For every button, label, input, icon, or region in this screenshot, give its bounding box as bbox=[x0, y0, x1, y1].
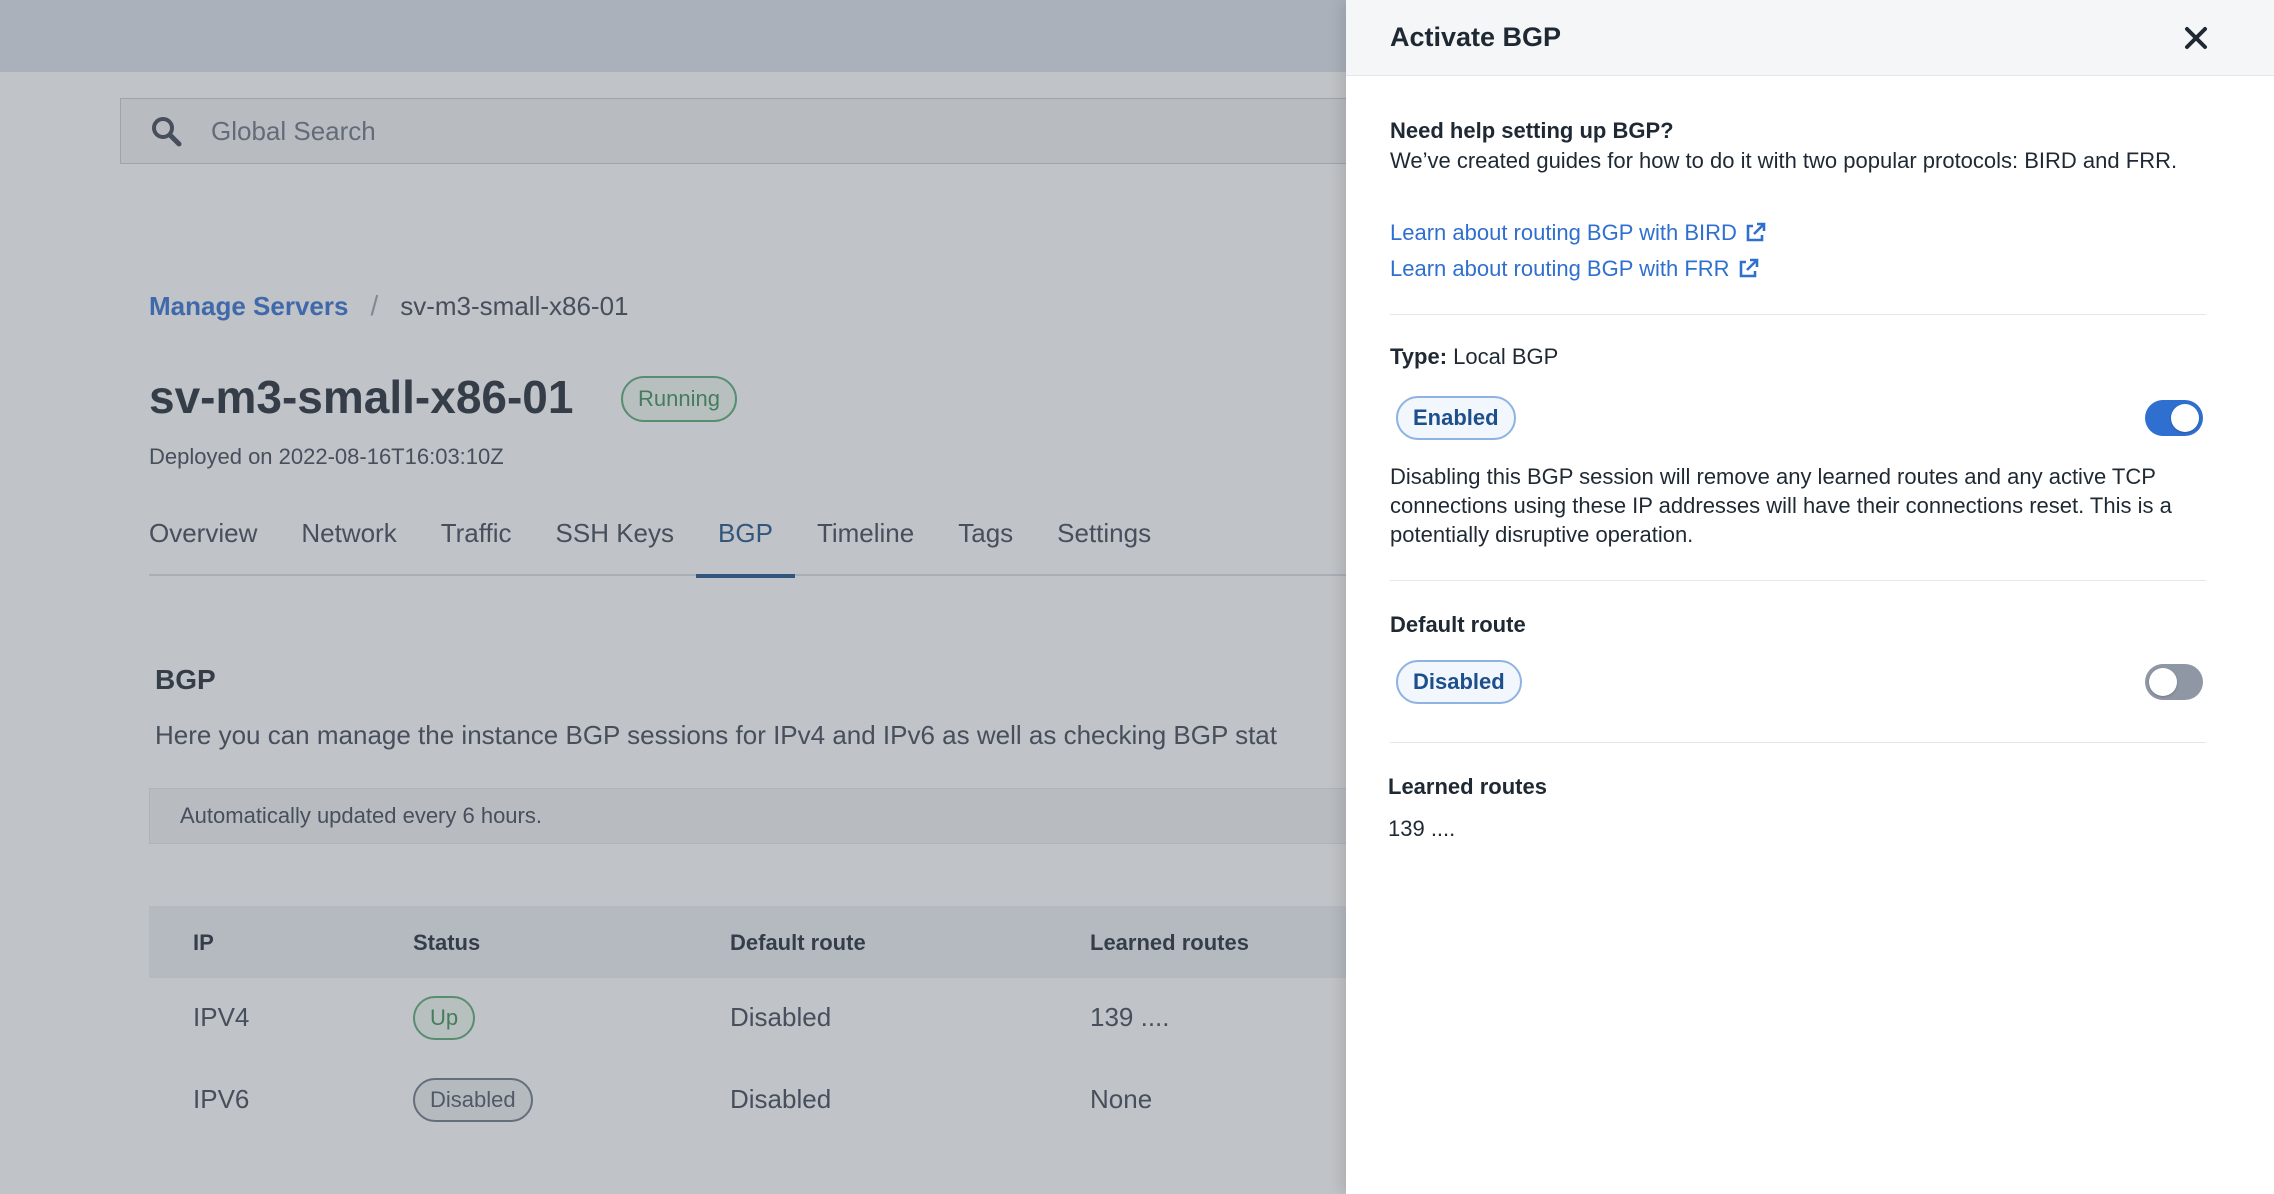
bgp-type: Type: Local BGP bbox=[1390, 344, 1558, 370]
toggle-knob bbox=[2149, 668, 2177, 696]
activate-bgp-drawer: Activate BGP Need help setting up BGP? W… bbox=[1346, 0, 2274, 1194]
bird-guide-link-label: Learn about routing BGP with BIRD bbox=[1390, 220, 1737, 245]
drawer-title: Activate BGP bbox=[1390, 22, 1562, 52]
learned-routes-value: 139 .... bbox=[1388, 816, 1456, 841]
learned-routes-label: Learned routes bbox=[1388, 774, 1547, 799]
frr-guide-link-label: Learn about routing BGP with FRR bbox=[1390, 256, 1730, 281]
help-title: Need help setting up BGP? bbox=[1390, 118, 1674, 143]
disable-warning: Disabling this BGP session will remove a… bbox=[1390, 464, 2172, 547]
close-button[interactable] bbox=[2176, 18, 2216, 58]
default-route-toggle[interactable] bbox=[2145, 664, 2203, 700]
bird-guide-link[interactable]: Learn about routing BGP with BIRD bbox=[1390, 220, 1767, 246]
session-status-badge: Enabled bbox=[1396, 396, 1516, 440]
bgp-type-value: Local BGP bbox=[1453, 344, 1559, 369]
external-link-icon bbox=[1746, 222, 1766, 242]
divider bbox=[1390, 580, 2206, 581]
default-route-label: Default route bbox=[1390, 612, 1526, 637]
external-link-icon bbox=[1739, 258, 1758, 278]
divider bbox=[1390, 742, 2206, 743]
bgp-type-label: Type: bbox=[1390, 344, 1448, 369]
toggle-knob bbox=[2171, 404, 2199, 432]
default-route-status-badge: Disabled bbox=[1396, 660, 1522, 704]
drawer-header: Activate BGP bbox=[1346, 0, 2274, 76]
frr-guide-link[interactable]: Learn about routing BGP with FRR bbox=[1390, 256, 1760, 282]
help-text: We’ve created guides for how to do it wi… bbox=[1390, 148, 2178, 173]
session-toggle[interactable] bbox=[2145, 400, 2203, 436]
divider bbox=[1390, 314, 2206, 315]
close-icon bbox=[2185, 27, 2207, 49]
modal-overlay[interactable] bbox=[0, 0, 1346, 1194]
